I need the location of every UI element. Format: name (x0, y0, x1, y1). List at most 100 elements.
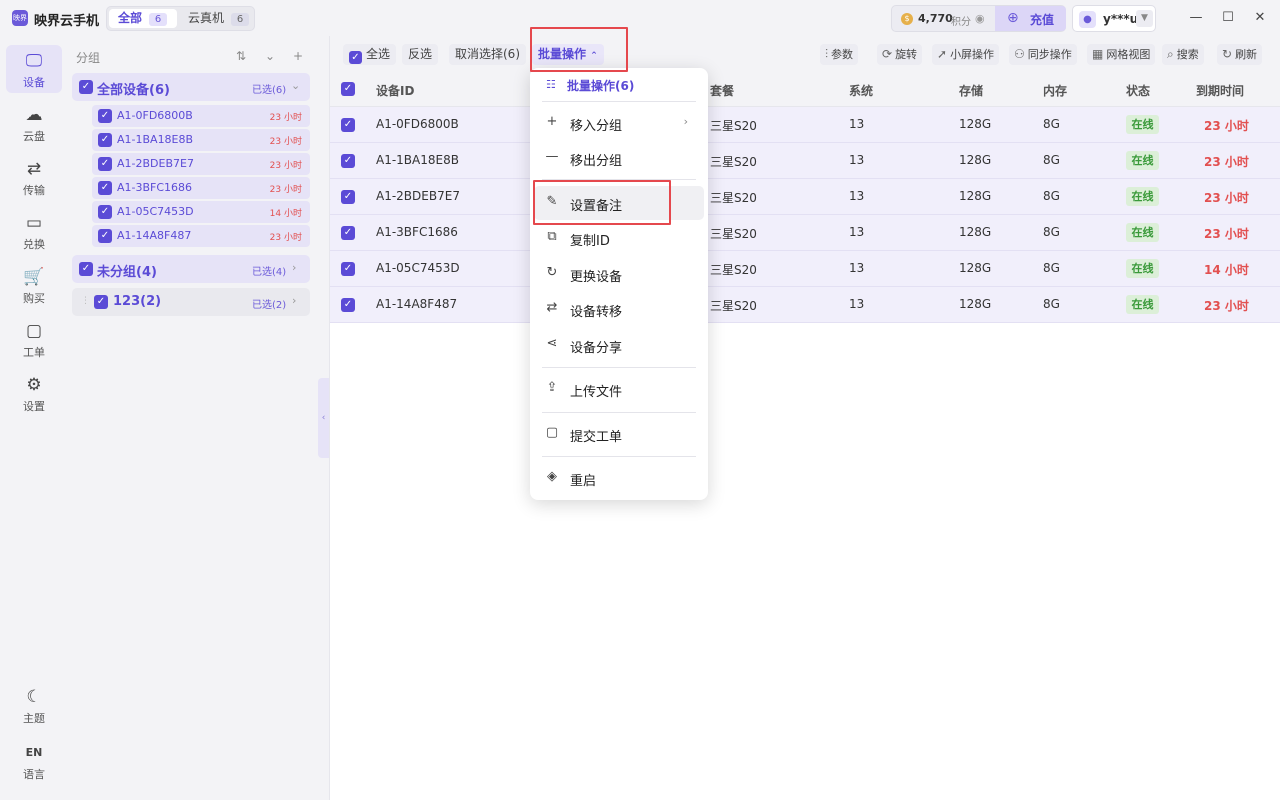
menu-item-move-in-group[interactable]: + 移入分组 › (534, 106, 704, 140)
group-custom[interactable]: ⋮ ✓ 123(2) 已选(2) › (72, 288, 310, 316)
column-status[interactable]: 状态 (1126, 82, 1150, 99)
group-device-item[interactable]: ✓ A1-14A8F487 23 小时 (92, 225, 310, 247)
column-expire[interactable]: 到期时间 (1196, 82, 1244, 99)
close-button[interactable]: ✕ (1250, 8, 1270, 28)
table-row[interactable]: ✓ A1-1BA18E8B 三星S20 13 128G 8G 在线 23 小时 (330, 143, 1280, 179)
checkbox-icon[interactable]: ✓ (79, 262, 93, 276)
grid-view-button[interactable]: ▦ 网格视图 (1087, 44, 1156, 65)
rail-item-cloud-disk[interactable]: ☁ 云盘 (6, 99, 62, 147)
sync-operation-button[interactable]: ⚇ 同步操作 (1009, 44, 1077, 65)
row-checkbox-icon[interactable]: ✓ (341, 226, 355, 240)
chevron-down-icon[interactable]: ⌄ (259, 45, 281, 67)
table-row[interactable]: ✓ A1-0FD6800B 三星S20 13 128G 8G 在线 23 小时 (330, 107, 1280, 143)
recharge-icon: ⊕ (1007, 10, 1019, 26)
group-panel: 分组 ⇅ ⌄ + ✓ 全部设备(6) 已选(6) ⌄ ✓ A1-0FD6800B… (68, 36, 318, 800)
rotate-button[interactable]: ⟳ 旋转 (877, 44, 923, 65)
table-row[interactable]: ✓ A1-05C7453D 三星S20 13 128G 8G 在线 14 小时 (330, 251, 1280, 287)
search-label: 搜索 (1176, 48, 1199, 61)
add-group-button[interactable]: + (287, 45, 309, 67)
rail-item-redeem[interactable]: ▭ 兑换 (6, 207, 62, 255)
group-all-devices[interactable]: ✓ 全部设备(6) 已选(6) ⌄ (72, 73, 310, 101)
menu-item-submit-ticket[interactable]: ▢ 提交工单 (534, 417, 704, 451)
group-device-item[interactable]: ✓ A1-05C7453D 14 小时 (92, 201, 310, 223)
rail-item-settings[interactable]: ⚙ 设置 (6, 369, 62, 417)
menu-item-share-device[interactable]: ⋖ 设备分享 (534, 328, 704, 362)
rail-item-theme[interactable]: ☾ 主题 (6, 681, 62, 729)
checkbox-icon[interactable]: ✓ (98, 181, 112, 195)
chevron-down-icon[interactable]: ▼ (1136, 10, 1153, 27)
points-value: 4,770 (918, 12, 953, 25)
small-screen-button[interactable]: ➚ 小屏操作 (932, 44, 1000, 65)
column-system[interactable]: 系统 (849, 82, 873, 99)
sort-icon[interactable]: ⇅ (230, 45, 252, 67)
group-device-item[interactable]: ✓ A1-1BA18E8B 23 小时 (92, 129, 310, 151)
refresh-button[interactable]: ↻ 刷新 (1217, 44, 1263, 65)
row-checkbox-icon[interactable]: ✓ (341, 154, 355, 168)
rail-item-transfer[interactable]: ⇄ 传输 (6, 153, 62, 201)
batch-operation-button[interactable]: 批量操作 ⌃ (532, 44, 604, 65)
recharge-button[interactable]: ⊕ 充值 (995, 6, 1066, 31)
table-row[interactable]: ✓ A1-3BFC1686 三星S20 13 128G 8G 在线 23 小时 (330, 215, 1280, 251)
tab-all[interactable]: 全部 6 (109, 9, 177, 28)
params-button[interactable]: ⫶ 参数 (820, 44, 859, 65)
menu-item-upload-file[interactable]: ⇪ 上传文件 (534, 372, 704, 406)
header-checkbox-icon[interactable]: ✓ (341, 82, 355, 96)
rail-item-language[interactable]: EN 语言 (6, 737, 62, 785)
column-memory[interactable]: 内存 (1043, 82, 1067, 99)
menu-item-transfer-device[interactable]: ⇄ 设备转移 (534, 292, 704, 326)
tab-cloud-phone[interactable]: 云真机 6 (179, 9, 251, 28)
cell-expire: 23 小时 (1204, 227, 1249, 241)
drag-handle-icon[interactable]: ⋮ (81, 296, 90, 306)
group-panel-title: 分组 (76, 51, 101, 65)
menu-item-copy-id[interactable]: ⧉ 复制ID (534, 221, 704, 255)
column-storage[interactable]: 存储 (959, 82, 983, 99)
checkbox-icon[interactable]: ✓ (98, 205, 112, 219)
menu-divider (542, 456, 696, 457)
chevron-right-icon[interactable]: › (292, 261, 296, 274)
chevron-down-icon[interactable]: ⌄ (291, 79, 300, 92)
row-checkbox-icon[interactable]: ✓ (341, 190, 355, 204)
menu-item-move-out-group[interactable]: — 移出分组 (534, 141, 704, 175)
checkbox-icon[interactable]: ✓ (94, 295, 108, 309)
minimize-button[interactable]: — (1186, 8, 1206, 28)
maximize-button[interactable]: ☐ (1218, 8, 1238, 28)
checkbox-icon[interactable]: ✓ (98, 229, 112, 243)
menu-item-set-remark[interactable]: ✎ 设置备注 (534, 186, 704, 220)
checkbox-icon[interactable]: ✓ (98, 109, 112, 123)
eye-icon[interactable]: ◉ (975, 12, 985, 25)
menu-item-replace-device[interactable]: ↻ 更换设备 (534, 257, 704, 291)
select-all-button[interactable]: ✓ 全选 (343, 44, 397, 65)
cancel-selection-button[interactable]: 取消选择(6) (449, 44, 526, 65)
table-row[interactable]: ✓ A1-2BDEB7E7 三星S20 13 128G 8G 在线 23 小时 (330, 179, 1280, 215)
rail-item-tickets[interactable]: ▢ 工单 (6, 315, 62, 363)
user-menu[interactable]: ● y***u ▼ (1072, 5, 1156, 32)
row-checkbox-icon[interactable]: ✓ (341, 262, 355, 276)
title-bar: 映界 映界云手机 全部 6 云真机 6 $ 4,770 积分 ◉ ⊕ 充值 ● y*… (0, 0, 1280, 36)
checkbox-icon[interactable]: ✓ (79, 80, 93, 94)
device-id: A1-1BA18E8B (117, 133, 194, 146)
points-panel: $ 4,770 积分 ◉ ⊕ 充值 (891, 5, 1066, 32)
row-checkbox-icon[interactable]: ✓ (341, 298, 355, 312)
column-plan[interactable]: 套餐 (710, 82, 734, 99)
group-device-item[interactable]: ✓ A1-3BFC1686 23 小时 (92, 177, 310, 199)
group-device-item[interactable]: ✓ A1-2BDEB7E7 23 小时 (92, 153, 310, 175)
chevron-right-icon[interactable]: › (292, 294, 296, 307)
language-icon: EN (25, 746, 43, 759)
group-ungrouped[interactable]: ✓ 未分组(4) 已选(4) › (72, 255, 310, 283)
checkbox-icon[interactable]: ✓ (98, 133, 112, 147)
tab-cloud-phone-count: 6 (231, 13, 250, 26)
table-row[interactable]: ✓ A1-14A8F487 三星S20 13 128G 8G 在线 23 小时 (330, 287, 1280, 323)
collapse-sidebar-button[interactable]: ‹ (318, 378, 329, 458)
cell-storage: 128G (959, 297, 992, 311)
group-device-item[interactable]: ✓ A1-0FD6800B 23 小时 (92, 105, 310, 127)
search-button[interactable]: ⌕ 搜索 (1162, 44, 1204, 65)
cell-plan: 三星S20 (710, 227, 757, 241)
row-checkbox-icon[interactable]: ✓ (341, 118, 355, 132)
rail-item-devices[interactable]: 🖵 设备 (6, 45, 62, 93)
minus-icon: — (545, 149, 559, 164)
rail-item-buy[interactable]: 🛒 购买 (6, 261, 62, 309)
column-device-id[interactable]: 设备ID (376, 82, 414, 99)
menu-item-restart[interactable]: ◈ 重启 (534, 461, 704, 495)
invert-selection-button[interactable]: 反选 (402, 44, 439, 65)
checkbox-icon[interactable]: ✓ (98, 157, 112, 171)
